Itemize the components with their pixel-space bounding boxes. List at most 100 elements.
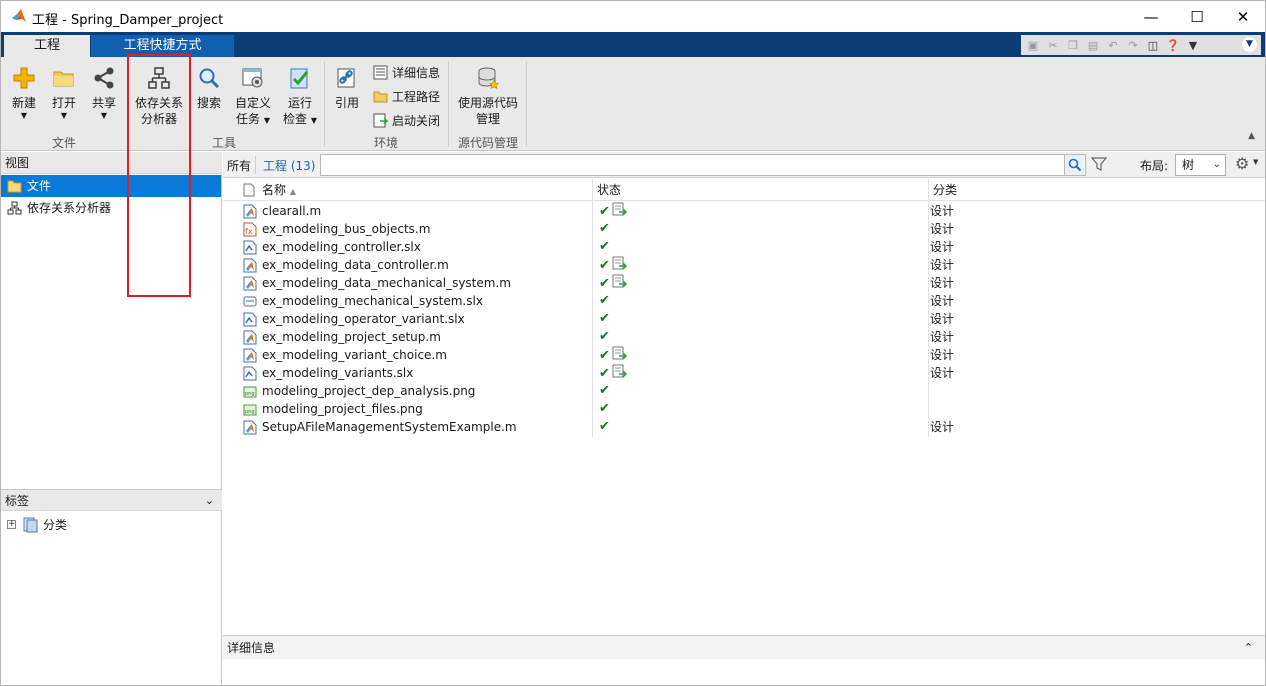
filter-all-button[interactable]: 所有 — [227, 157, 251, 174]
layout-select-value: 树 — [1182, 158, 1195, 172]
new-label: 新建 — [11, 96, 36, 110]
reference-button[interactable]: 引用 — [331, 65, 363, 111]
window-layout-icon[interactable]: ◫ — [1145, 37, 1161, 53]
table-row[interactable]: ex_modeling_operator_variant.slx ✔ 设计 — [223, 310, 1265, 328]
label-tag-icon — [23, 517, 38, 533]
file-name: ex_modeling_variants.slx — [262, 366, 414, 380]
gear-icon[interactable]: ⚙ — [1235, 154, 1249, 173]
column-status[interactable]: 状态 — [597, 179, 621, 201]
maximize-button[interactable]: ☐ — [1174, 1, 1220, 32]
files-view: 所有 工程 (13) 布局: 树 ⌄ ⚙ ▼ 名称 ▲ 状态 分类 cleara… — [223, 152, 1265, 685]
table-row[interactable]: fx ex_modeling_bus_objects.m ✔ 设计 — [223, 220, 1265, 238]
search-button[interactable] — [1064, 155, 1084, 175]
details-button[interactable]: 详细信息 — [373, 62, 440, 82]
cut-icon[interactable]: ✂ — [1045, 37, 1061, 53]
options-icon[interactable]: ▼ — [1185, 37, 1201, 53]
table-row[interactable]: ex_modeling_project_setup.m ✔ 设计 — [223, 328, 1265, 346]
search-input[interactable] — [320, 154, 1086, 176]
details-label: 详细信息 — [392, 65, 441, 80]
redo-icon[interactable]: ↷ — [1125, 37, 1141, 53]
column-classification[interactable]: 分类 — [933, 179, 957, 201]
folder-icon — [7, 180, 22, 193]
column-name[interactable]: 名称 ▲ — [262, 179, 296, 201]
svg-text:fx: fx — [245, 227, 253, 236]
table-row[interactable]: SetupAFileManagementSystemExample.m ✔ 设计 — [223, 418, 1265, 436]
file-classification: 设计 — [930, 348, 955, 362]
svg-text:png: png — [245, 409, 255, 415]
checkmark-icon: ✔ — [599, 348, 610, 363]
table-row[interactable]: ex_modeling_data_mechanical_system.m ✔ 设计 — [223, 274, 1265, 292]
share-button[interactable]: 共享 ▼ — [89, 65, 119, 121]
undo-icon[interactable]: ↶ — [1105, 37, 1121, 53]
new-button[interactable]: 新建 ▼ — [9, 65, 39, 121]
open-button[interactable]: 打开 ▼ — [49, 65, 79, 121]
matlab-file-icon — [243, 420, 257, 435]
dropdown-arrow-icon: ▼ — [263, 116, 270, 125]
copy-icon[interactable]: ❐ — [1065, 37, 1081, 53]
group-label-file: 文件 — [51, 136, 76, 150]
file-classification: 设计 — [930, 276, 955, 290]
minimize-button[interactable]: — — [1128, 1, 1174, 32]
file-name: ex_modeling_data_mechanical_system.m — [262, 276, 511, 290]
details-bar[interactable]: 详细信息 ⌃ — [223, 635, 1265, 659]
search-tool-label: 搜索 — [196, 96, 221, 110]
run-checks-button[interactable]: 运行 检查 ▼ — [281, 65, 319, 129]
labels-header[interactable]: 标签 ⌄ — [1, 489, 222, 511]
search-tool-button[interactable]: 搜索 — [194, 65, 224, 111]
share-icon — [91, 65, 117, 91]
table-row[interactable]: png modeling_project_dep_analysis.png ✔ — [223, 382, 1265, 400]
use-source-control-label-2: 管理 — [475, 112, 500, 126]
table-row[interactable]: ex_modeling_mechanical_system.slx ✔ 设计 — [223, 292, 1265, 310]
simulink-model-file-icon — [243, 312, 257, 327]
magnifier-icon — [1068, 158, 1081, 172]
file-classification: 设计 — [930, 330, 955, 344]
dropdown-arrow-icon: ▼ — [20, 111, 28, 120]
labels-header-text: 标签 — [5, 494, 30, 508]
file-classification: 设计 — [930, 258, 955, 272]
close-button[interactable]: ✕ — [1220, 1, 1266, 32]
custom-task-button[interactable]: 自定义 任务 ▼ — [233, 65, 273, 129]
expand-icon[interactable]: + — [7, 520, 16, 529]
settings-dropdown-icon[interactable]: ▼ — [1253, 158, 1258, 166]
table-row[interactable]: ex_modeling_data_controller.m ✔ 设计 — [223, 256, 1265, 274]
save-icon[interactable]: ▣ — [1025, 37, 1041, 53]
file-status: ✔ — [599, 220, 610, 238]
checkmark-icon: ✔ — [599, 221, 610, 236]
tab-project[interactable]: 工程 — [4, 35, 90, 57]
column-header-row: 名称 ▲ 状态 分类 — [223, 179, 1265, 201]
table-row[interactable]: ex_modeling_controller.slx ✔ 设计 — [223, 238, 1265, 256]
dropdown-arrow-icon: ▼ — [100, 111, 108, 120]
chevron-up-icon[interactable]: ⌃ — [1244, 636, 1253, 660]
filter-project-button[interactable]: 工程 (13) — [263, 157, 315, 174]
collapse-ribbon-icon[interactable]: ▼ — [1242, 37, 1257, 52]
checkmark-icon: ✔ — [599, 276, 610, 291]
project-window: 工程 - Spring_Damper_project — ☐ ✕ 工程 工程快捷… — [0, 0, 1266, 686]
filter-icon[interactable] — [1091, 156, 1107, 172]
paste-icon[interactable]: ▤ — [1085, 37, 1101, 53]
checkmark-icon: ✔ — [599, 383, 610, 398]
filter-bar: 所有 工程 (13) 布局: 树 ⌄ ⚙ ▼ — [223, 152, 1265, 178]
use-source-control-button[interactable]: 使用源代码 管理 — [455, 65, 521, 127]
source-control-database-icon — [475, 65, 501, 91]
simulink-model-file-icon — [243, 240, 257, 255]
matlab-file-icon: fx — [243, 222, 257, 237]
collapse-toolstrip-icon[interactable]: ▲ — [1248, 131, 1255, 141]
table-row[interactable]: ex_modeling_variants.slx ✔ 设计 — [223, 364, 1265, 382]
sort-ascending-icon: ▲ — [289, 187, 296, 196]
layout-select[interactable]: 树 ⌄ — [1175, 154, 1226, 176]
project-path-button[interactable]: 工程路径 — [373, 86, 440, 106]
label-category-classification[interactable]: + 分类 — [5, 516, 67, 534]
run-checks-icon — [287, 65, 313, 91]
help-icon[interactable]: ❓ — [1165, 37, 1181, 53]
chevron-down-icon[interactable]: ⌄ — [205, 490, 214, 512]
magnifier-icon — [196, 65, 222, 91]
matlab-file-icon — [243, 258, 257, 273]
startup-shutdown-label: 启动关闭 — [392, 113, 441, 128]
startup-shutdown-button[interactable]: 启动关闭 — [373, 110, 440, 130]
chevron-down-icon: ⌄ — [1212, 159, 1221, 170]
table-row[interactable]: png modeling_project_files.png ✔ — [223, 400, 1265, 418]
table-row[interactable]: clearall.m ✔ 设计 — [223, 202, 1265, 220]
table-row[interactable]: ex_modeling_variant_choice.m ✔ 设计 — [223, 346, 1265, 364]
file-name: modeling_project_files.png — [262, 402, 423, 416]
file-classification: 设计 — [930, 366, 955, 380]
